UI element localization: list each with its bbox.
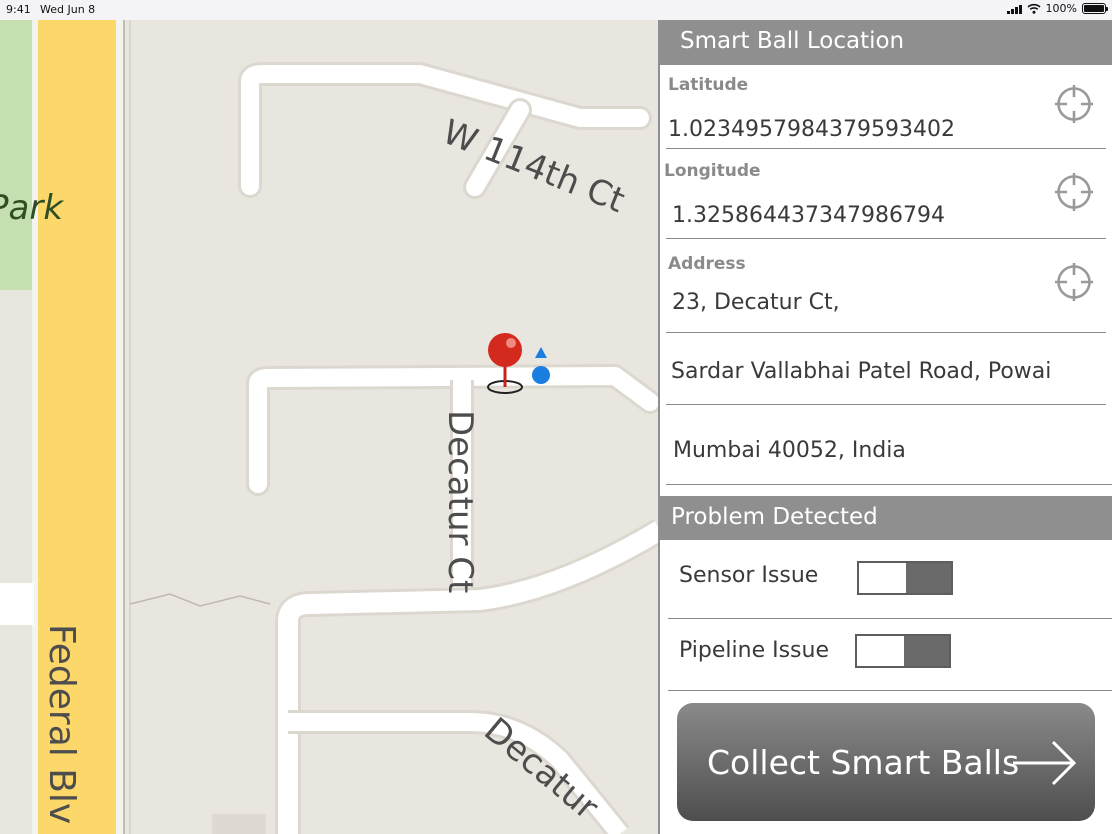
collect-smart-balls-button[interactable]: Collect Smart Balls — [677, 703, 1095, 821]
address-label: Address — [668, 254, 746, 274]
sensor-divider — [668, 618, 1112, 619]
longitude-locate-icon[interactable] — [1054, 172, 1094, 212]
latitude-field[interactable]: 1.0234957984379593402 — [668, 117, 955, 142]
side-panel: Smart Ball Location Latitude 1.023495798… — [658, 20, 1112, 834]
map-view[interactable]: Park W 114th Ct Decatur Ct Decatur Feder… — [0, 20, 660, 834]
status-time: 9:41 — [6, 3, 31, 16]
sensor-issue-label: Sensor Issue — [679, 563, 819, 588]
address-line2-field[interactable]: Sardar Vallabhai Patel Road, Powai — [671, 359, 1051, 384]
address-locate-icon[interactable] — [1054, 262, 1094, 302]
wifi-icon — [1027, 3, 1041, 14]
collect-button-label: Collect Smart Balls — [707, 743, 1020, 782]
location-header: Smart Ball Location — [660, 20, 1112, 65]
address-line2-divider — [666, 404, 1106, 405]
problem-header: Problem Detected — [660, 496, 1112, 540]
longitude-label: Longitude — [664, 161, 761, 181]
status-right: 100% — [1006, 2, 1108, 15]
status-date: Wed Jun 8 — [40, 3, 96, 16]
map-label-decatur-ct: Decatur Ct — [440, 410, 480, 594]
map-label-federal-blvd: Federal Blv — [41, 624, 82, 825]
address-line3-divider — [666, 484, 1112, 485]
address-line1-field[interactable]: 23, Decatur Ct, — [672, 290, 840, 315]
arrow-right-icon — [1013, 740, 1077, 786]
latitude-divider — [666, 148, 1106, 149]
status-bar: 9:41 Wed Jun 8 100% — [0, 0, 1112, 20]
latitude-locate-icon[interactable] — [1054, 84, 1094, 124]
pipeline-issue-toggle[interactable] — [855, 634, 951, 668]
location-header-title: Smart Ball Location — [680, 28, 905, 54]
cellular-signal-icon — [1006, 4, 1022, 14]
map-roads — [0, 20, 660, 834]
address-line3-field[interactable]: Mumbai 40052, India — [673, 438, 906, 463]
pipeline-divider — [668, 690, 1112, 691]
pipeline-issue-label: Pipeline Issue — [679, 638, 829, 663]
battery-icon — [1082, 3, 1108, 14]
user-location-icon — [532, 347, 550, 384]
battery-percent: 100% — [1045, 2, 1077, 15]
problem-header-title: Problem Detected — [671, 504, 878, 530]
longitude-field[interactable]: 1.325864437347986794 — [672, 203, 945, 228]
location-pin-icon[interactable] — [480, 330, 530, 396]
map-label-park: Park — [0, 188, 64, 228]
address-line1-divider — [666, 332, 1106, 333]
latitude-label: Latitude — [668, 75, 749, 95]
sensor-issue-toggle[interactable] — [857, 561, 953, 595]
longitude-divider — [666, 238, 1106, 239]
